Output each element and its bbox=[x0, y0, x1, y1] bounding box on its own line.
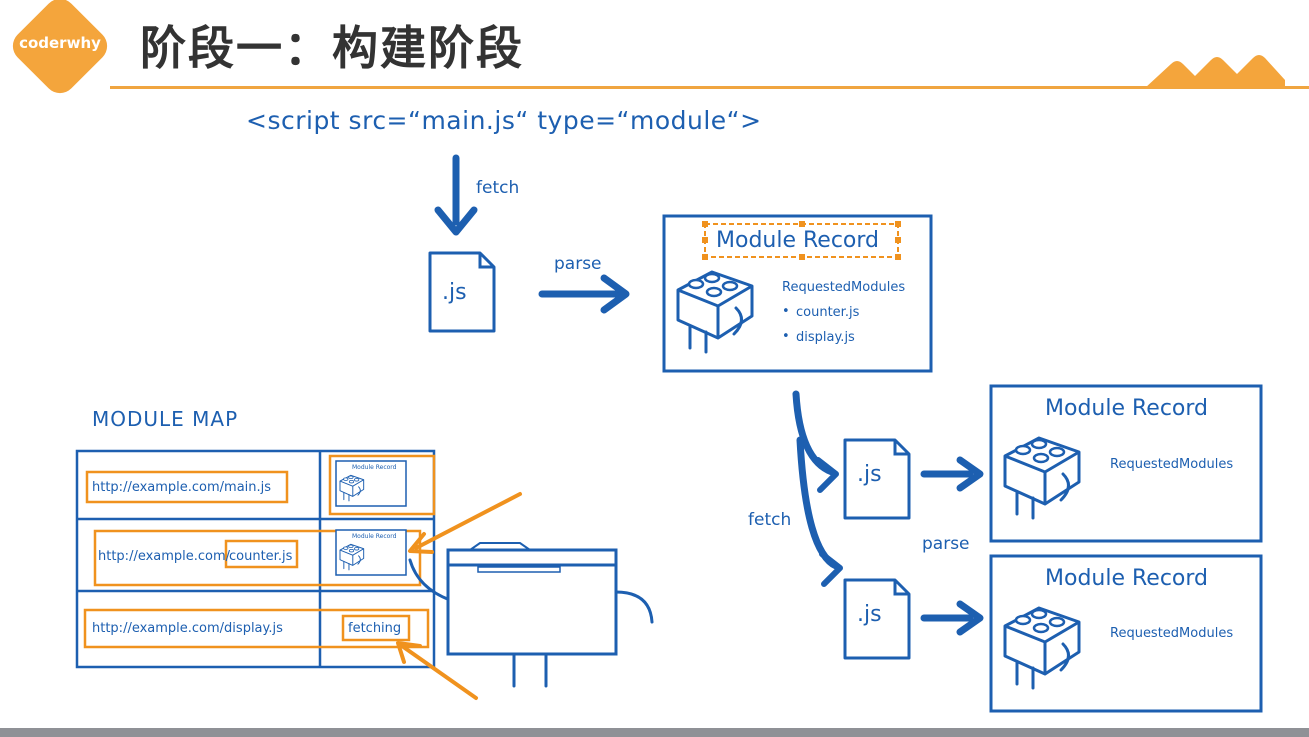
requested-module-bullet: • bbox=[782, 304, 790, 319]
requested-module-item: counter.js bbox=[796, 305, 860, 320]
fetch-label: fetch bbox=[476, 178, 520, 198]
js-file-label: .js bbox=[442, 280, 467, 305]
script-tag-text: <script src=“main.js“ type=“module“> bbox=[246, 106, 762, 135]
child-requested-modules: RequestedModules bbox=[1110, 457, 1234, 472]
module-map-url-suffix: counter.js bbox=[229, 549, 293, 564]
module-map-url: http://example.com/display.js bbox=[92, 621, 283, 636]
module-record-title: Module Record bbox=[716, 228, 880, 253]
mini-module-record-label: Module Record bbox=[352, 464, 397, 471]
child-parse-label: parse bbox=[922, 534, 970, 554]
fetching-state-label: fetching bbox=[348, 621, 402, 636]
bottom-bar bbox=[0, 728, 1309, 737]
child-js-file-label: .js bbox=[857, 462, 882, 487]
requested-modules-title: RequestedModules bbox=[782, 280, 906, 295]
module-map-url: http://example.com/main.js bbox=[92, 480, 272, 495]
mini-module-record-label: Module Record bbox=[352, 533, 397, 540]
module-map-title: MODULE MAP bbox=[92, 407, 239, 431]
parse-label: parse bbox=[554, 254, 602, 274]
child-module-record-title: Module Record bbox=[1045, 566, 1209, 591]
child-fetch-label: fetch bbox=[748, 510, 792, 530]
requested-module-bullet: • bbox=[782, 329, 790, 344]
module-map-url-prefix: http://example.com/ bbox=[98, 549, 231, 564]
browser-character bbox=[408, 542, 654, 688]
requested-module-item: display.js bbox=[796, 330, 855, 345]
child-requested-modules: RequestedModules bbox=[1110, 626, 1234, 641]
child-module-record-title: Module Record bbox=[1045, 396, 1209, 421]
slide: coderwhy 阶段一：构建阶段 <script src=“main.js“ … bbox=[0, 0, 1309, 737]
child-js-file-label: .js bbox=[857, 602, 882, 627]
